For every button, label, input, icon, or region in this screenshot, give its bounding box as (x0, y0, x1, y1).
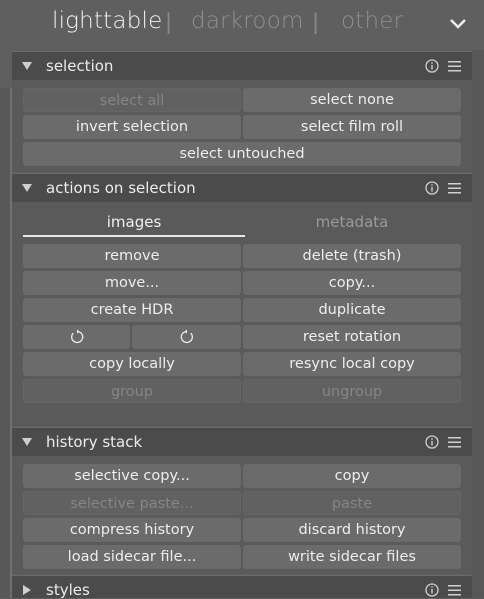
panel-scrollbar[interactable] (472, 50, 484, 598)
left-panel-edge (0, 88, 10, 598)
active-tab-indicator (23, 235, 245, 237)
selective-paste-button[interactable]: selective paste... (23, 491, 241, 515)
view-lighttable[interactable]: lighttable (52, 8, 162, 34)
collapse-arrow-icon[interactable] (21, 183, 33, 193)
select-none-button[interactable]: select none (243, 88, 461, 112)
copy-history-button[interactable]: copy (243, 464, 461, 488)
group-button[interactable]: group (23, 379, 241, 403)
rotate-ccw-button[interactable] (23, 325, 130, 349)
history-module-header[interactable]: history stack (12, 427, 472, 456)
rotate-cw-button[interactable] (132, 325, 241, 349)
view-other[interactable]: other (341, 8, 403, 34)
view-switcher: lighttable | darkroom | other (0, 0, 484, 50)
copy-locally-button[interactable]: copy locally (23, 352, 241, 376)
chevron-down-icon[interactable] (449, 16, 467, 30)
presets-menu-icon[interactable] (448, 182, 461, 195)
view-darkroom[interactable]: darkroom (191, 8, 304, 34)
reset-rotation-button[interactable]: reset rotation (243, 325, 461, 349)
resync-local-copy-button[interactable]: resync local copy (243, 352, 461, 376)
create-hdr-button[interactable]: create HDR (23, 298, 241, 322)
select-all-button[interactable]: select all (23, 88, 241, 112)
view-separator: | (312, 10, 320, 34)
discard-history-button[interactable]: discard history (243, 518, 461, 542)
remove-button[interactable]: remove (23, 244, 241, 268)
load-sidecar-button[interactable]: load sidecar file... (23, 545, 241, 569)
write-sidecar-button[interactable]: write sidecar files (243, 545, 461, 569)
rotate-cw-icon (180, 329, 193, 344)
rotate-ccw-icon (71, 329, 84, 344)
selective-copy-button[interactable]: selective copy... (23, 464, 241, 488)
styles-module-header[interactable]: styles (12, 575, 472, 599)
paste-button[interactable]: paste (243, 491, 461, 515)
info-icon[interactable] (425, 59, 439, 73)
collapse-arrow-icon[interactable] (21, 61, 33, 71)
selection-module-body: select all select none invert selection … (12, 80, 472, 172)
info-icon[interactable] (425, 181, 439, 195)
copy-images-button[interactable]: copy... (243, 271, 461, 295)
module-title: history stack (46, 433, 143, 451)
expand-arrow-icon[interactable] (22, 584, 32, 596)
module-title: styles (46, 581, 90, 599)
duplicate-button[interactable]: duplicate (243, 298, 461, 322)
actions-module-header[interactable]: actions on selection (12, 173, 472, 202)
collapse-arrow-icon[interactable] (21, 437, 33, 447)
actions-module-body: images metadata remove delete (trash) mo… (12, 202, 472, 426)
compress-history-button[interactable]: compress history (23, 518, 241, 542)
ungroup-button[interactable]: ungroup (243, 379, 461, 403)
tab-images[interactable]: images (23, 208, 245, 236)
invert-selection-button[interactable]: invert selection (23, 115, 241, 139)
delete-trash-button[interactable]: delete (trash) (243, 244, 461, 268)
select-film-roll-button[interactable]: select film roll (243, 115, 461, 139)
presets-menu-icon[interactable] (448, 60, 461, 73)
move-button[interactable]: move... (23, 271, 241, 295)
tab-metadata[interactable]: metadata (243, 208, 461, 236)
info-icon[interactable] (425, 435, 439, 449)
view-separator: | (165, 10, 173, 34)
info-icon[interactable] (425, 583, 439, 597)
selection-module-header[interactable]: selection (12, 51, 472, 80)
module-title: actions on selection (46, 179, 196, 197)
presets-menu-icon[interactable] (448, 436, 461, 449)
presets-menu-icon[interactable] (448, 584, 461, 597)
select-untouched-button[interactable]: select untouched (23, 142, 461, 166)
history-module-body: selective copy... copy selective paste..… (12, 456, 472, 574)
module-title: selection (46, 57, 114, 75)
